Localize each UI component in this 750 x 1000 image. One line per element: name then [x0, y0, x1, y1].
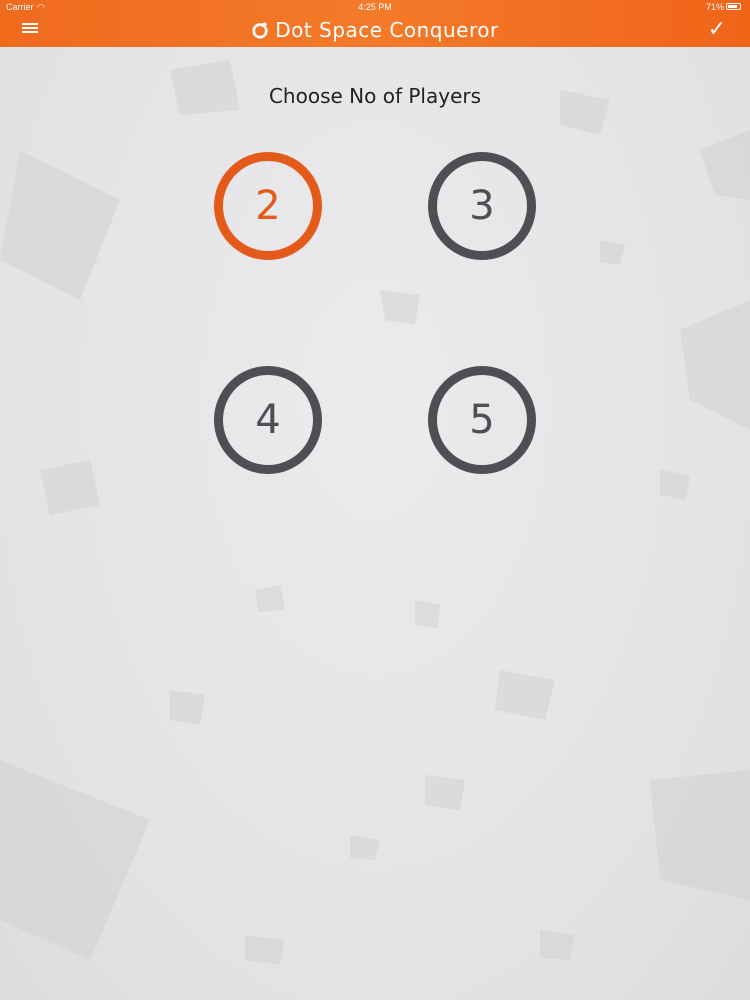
player-option-2[interactable]: 2 — [214, 152, 322, 260]
player-option-label: 3 — [469, 183, 495, 229]
status-time: 4:25 PM — [358, 2, 392, 12]
player-option-5[interactable]: 5 — [428, 366, 536, 474]
player-option-3[interactable]: 3 — [428, 152, 536, 260]
app-title: Dot Space Conqueror — [0, 16, 750, 44]
player-option-label: 4 — [255, 397, 281, 443]
checkmark-icon[interactable]: ✓ — [706, 18, 728, 42]
page-heading: Choose No of Players — [268, 84, 482, 108]
battery-percentage: 71% — [705, 2, 724, 12]
player-option-label: 5 — [469, 397, 495, 443]
battery-icon — [726, 3, 741, 10]
player-option-4[interactable]: 4 — [214, 366, 322, 474]
status-bar: Carrier ◠ 4:25 PM 71% — [0, 0, 750, 14]
app-logo-icon — [252, 22, 268, 39]
background-pattern — [0, 0, 750, 1000]
player-option-label: 2 — [255, 183, 281, 229]
app-title-text: Dot Space Conqueror — [275, 18, 499, 42]
app-header: Carrier ◠ 4:25 PM 71% Dot Space Conquero… — [0, 0, 750, 47]
